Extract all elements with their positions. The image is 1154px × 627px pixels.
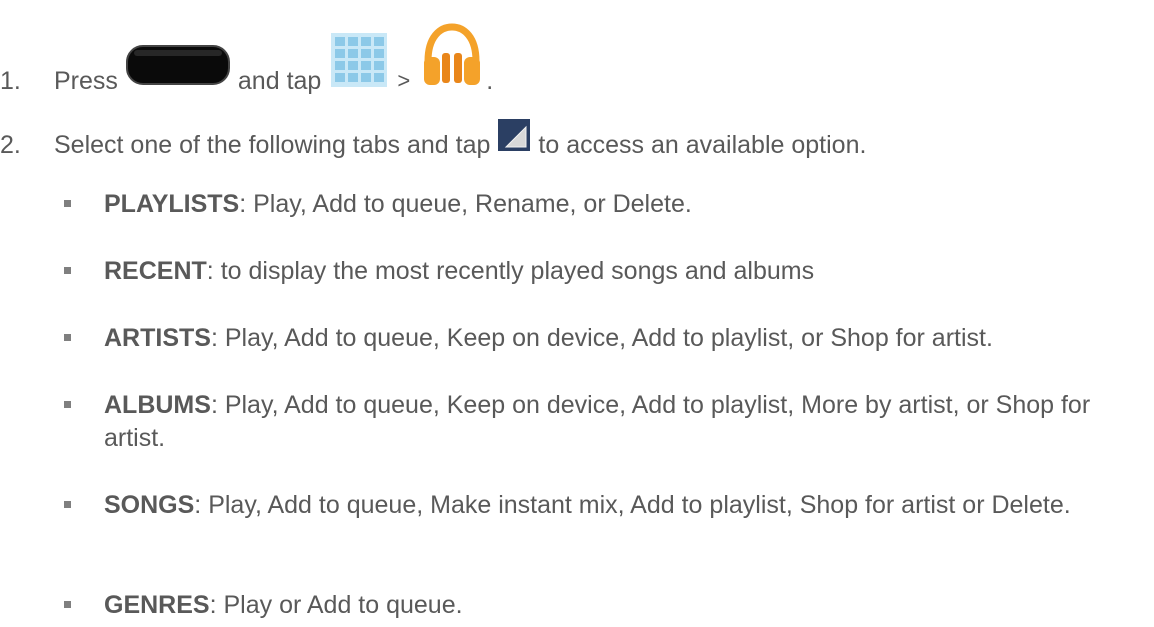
tab-description: : Play or Add to queue. xyxy=(209,591,463,619)
menu-corner-icon xyxy=(498,119,531,158)
tab-description: : Play, Add to queue, Keep on device, Ad… xyxy=(210,324,993,352)
apps-grid-icon xyxy=(331,33,388,94)
step-2-text-before: Select one of the following tabs and tap xyxy=(54,131,491,159)
step-1-text: Press and tap > . xyxy=(54,23,494,96)
step-1-and-tap: and tap xyxy=(237,67,322,95)
tab-description: : Play, Add to queue, Keep on device, Ad… xyxy=(104,391,1091,452)
tab-term: RECENT xyxy=(104,257,207,285)
tab-description: : Play, Add to queue, Make instant mix, … xyxy=(194,491,1071,519)
list-item-body: ALBUMS: Play, Add to queue, Keep on devi… xyxy=(104,389,1144,455)
step-number: 1. xyxy=(0,67,21,95)
list-item-body: ARTISTS: Play, Add to queue, Keep on dev… xyxy=(104,322,1144,355)
bullet-mark xyxy=(64,200,71,207)
list-item-body: RECENT: to display the most recently pla… xyxy=(104,255,1144,288)
step-1-press: Press xyxy=(54,67,118,95)
tab-term: GENRES xyxy=(104,591,210,619)
bullet-mark xyxy=(64,334,71,341)
bullet-mark xyxy=(64,267,71,274)
bullet-mark xyxy=(64,401,71,408)
step-2-text: Select one of the following tabs and tap… xyxy=(54,119,867,160)
step-1-period: . xyxy=(486,67,494,95)
bullet-mark xyxy=(64,501,71,508)
step-1-separator: > xyxy=(397,68,411,93)
step-2-text-after: to access an available option. xyxy=(538,131,867,159)
home-key-icon xyxy=(125,45,230,92)
tab-term: PLAYLISTS xyxy=(104,190,240,218)
list-item-body: GENRES: Play or Add to queue. xyxy=(104,589,1144,622)
tab-term: ARTISTS xyxy=(104,324,211,352)
list-item-body: SONGS: Play, Add to queue, Make instant … xyxy=(104,489,1144,522)
bullet-mark xyxy=(64,601,71,608)
step-number: 2. xyxy=(0,131,21,159)
tab-description: : to display the most recently played so… xyxy=(206,257,815,285)
tab-description: : Play, Add to queue, Rename, or Delete. xyxy=(239,190,692,218)
list-item-body: PLAYLISTS: Play, Add to queue, Rename, o… xyxy=(104,188,1144,221)
tab-term: ALBUMS xyxy=(104,391,211,419)
play-music-headphones-icon xyxy=(420,23,484,96)
tab-term: SONGS xyxy=(104,491,195,519)
